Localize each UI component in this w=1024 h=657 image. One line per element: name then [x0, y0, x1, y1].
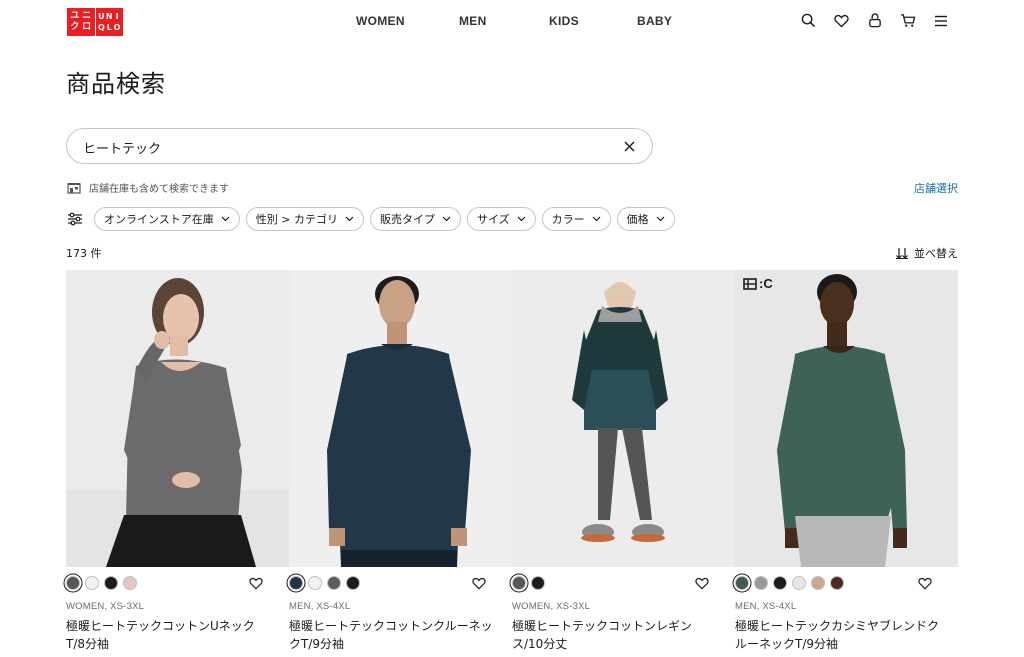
color-swatch[interactable]	[66, 576, 80, 590]
chevron-down-icon	[345, 216, 354, 222]
filter-online-stock[interactable]: オンラインストア在庫	[94, 207, 240, 231]
filter-settings-icon[interactable]	[67, 212, 83, 226]
store-note-text: 店舗在庫も含めて検索できます	[89, 184, 229, 195]
color-swatch[interactable]	[85, 576, 99, 590]
badge-mark: :C	[743, 276, 773, 291]
color-swatch[interactable]	[735, 576, 749, 590]
color-swatch[interactable]	[308, 576, 322, 590]
cart-icon[interactable]	[899, 12, 916, 29]
product-image[interactable]: :C	[735, 270, 958, 567]
product-image[interactable]	[66, 270, 289, 567]
color-swatch[interactable]	[792, 576, 806, 590]
chevron-down-icon	[442, 216, 451, 222]
color-swatches	[66, 576, 142, 590]
product-name[interactable]: 極暖ヒートテックコットンクルーネックT/9分袖	[289, 617, 494, 653]
header-icons	[800, 12, 949, 29]
color-swatches	[289, 576, 365, 590]
chevron-down-icon	[656, 216, 665, 222]
chevron-down-icon	[592, 216, 601, 222]
result-count: 173 件	[66, 247, 102, 260]
site-header: ユ ニ ク ロ U N I Q L O WOMEN MEN KIDS BABY	[0, 0, 1024, 44]
product-card[interactable]: WOMEN, XS-3XL 極暖ヒートテックコットンUネックT/8分袖	[66, 270, 289, 651]
chevron-down-icon	[517, 216, 526, 222]
product-meta: WOMEN, XS-3XL	[512, 601, 591, 612]
color-swatch[interactable]	[754, 576, 768, 590]
nav-women[interactable]: WOMEN	[356, 14, 459, 28]
color-swatch[interactable]	[531, 576, 545, 590]
chevron-down-icon	[221, 216, 230, 222]
product-image[interactable]	[289, 270, 512, 567]
heart-icon[interactable]	[249, 577, 263, 590]
filter-bar: オンラインストア在庫 性別 > カテゴリ 販売タイプ サイズ カラー 価格	[67, 207, 681, 231]
search-icon[interactable]	[800, 12, 817, 29]
sort-label: 並べ替え	[914, 247, 958, 260]
color-swatch[interactable]	[512, 576, 526, 590]
heart-icon[interactable]	[695, 577, 709, 590]
product-card[interactable]: MEN, XS-4XL 極暖ヒートテックコットンクルーネックT/9分袖	[289, 270, 512, 651]
filter-gender-category[interactable]: 性別 > カテゴリ	[245, 207, 364, 231]
page-title: 商品検索	[66, 70, 166, 98]
nav-kids[interactable]: KIDS	[549, 14, 637, 28]
heart-icon[interactable]	[918, 577, 932, 590]
product-meta: WOMEN, XS-3XL	[66, 601, 145, 612]
color-swatch[interactable]	[104, 576, 118, 590]
color-swatch[interactable]	[346, 576, 360, 590]
store-icon	[67, 183, 81, 194]
main-nav: WOMEN MEN KIDS BABY	[356, 14, 677, 28]
product-name[interactable]: 極暖ヒートテックコットンUネックT/8分袖	[66, 617, 271, 653]
product-meta: MEN, XS-4XL	[289, 601, 351, 612]
logo-katakana-block: ユ ニ ク ロ	[67, 8, 95, 36]
sort-icon	[896, 248, 908, 259]
filter-price[interactable]: 価格	[616, 207, 675, 231]
product-grid: WOMEN, XS-3XL 極暖ヒートテックコットンUネックT/8分袖 MEN,…	[66, 270, 958, 651]
logo-latin-block: U N I Q L O	[95, 8, 123, 36]
nav-men[interactable]: MEN	[459, 14, 549, 28]
product-name[interactable]: 極暖ヒートテックコットンレギンス/10分丈	[512, 617, 717, 653]
color-swatch[interactable]	[830, 576, 844, 590]
color-swatch[interactable]	[811, 576, 825, 590]
filter-size[interactable]: サイズ	[467, 207, 536, 231]
search-box	[66, 128, 653, 164]
product-image[interactable]	[512, 270, 735, 567]
filter-color[interactable]: カラー	[541, 207, 611, 231]
heart-icon[interactable]	[833, 12, 850, 29]
product-meta: MEN, XS-4XL	[735, 601, 797, 612]
product-name[interactable]: 極暖ヒートテックカシミヤブレンドクルーネックT/9分袖	[735, 617, 940, 653]
nav-baby[interactable]: BABY	[637, 14, 677, 28]
user-icon[interactable]	[866, 12, 883, 29]
heart-icon[interactable]	[472, 577, 486, 590]
color-swatch[interactable]	[123, 576, 137, 590]
color-swatch[interactable]	[327, 576, 341, 590]
color-swatches	[512, 576, 550, 590]
store-select-link[interactable]: 店舗選択	[914, 180, 958, 196]
store-stock-note: 店舗在庫も含めて検索できます	[67, 180, 229, 195]
grid-logo-icon	[743, 277, 757, 290]
clear-search-icon[interactable]	[622, 139, 636, 153]
color-swatch[interactable]	[289, 576, 303, 590]
product-card[interactable]: WOMEN, XS-3XL 極暖ヒートテックコットンレギンス/10分丈	[512, 270, 735, 651]
uniqlo-logo[interactable]: ユ ニ ク ロ U N I Q L O	[67, 8, 123, 36]
search-input[interactable]	[83, 137, 603, 157]
filter-sales-type[interactable]: 販売タイプ	[370, 207, 461, 231]
color-swatch[interactable]	[773, 576, 787, 590]
product-card[interactable]: :C MEN, XS-4XL 極暖ヒートテックカシミヤブレンドクルーネックT/9…	[735, 270, 958, 651]
menu-icon[interactable]	[932, 12, 949, 29]
sort-button[interactable]: 並べ替え	[895, 245, 958, 261]
color-swatches	[735, 576, 849, 590]
